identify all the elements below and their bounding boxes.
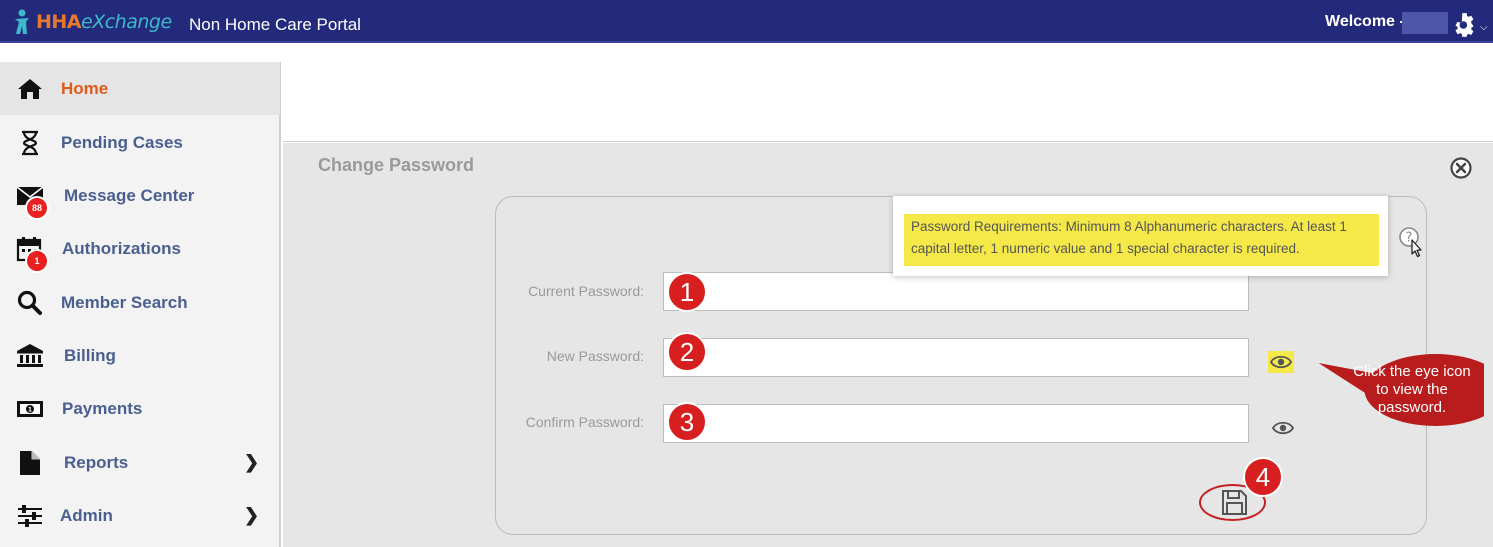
authorization-count-badge: 1 [25,249,49,273]
sidebar: Home Pending Cases 88 Message Center 1 A… [0,62,281,547]
sidebar-item-admin[interactable]: Admin ❯ [0,489,280,542]
current-password-label: Current Password: [528,283,644,299]
sidebar-item-billing[interactable]: Billing [0,329,280,382]
sidebar-item-pending-cases[interactable]: Pending Cases [0,116,280,169]
welcome-text: Welcome - [1325,13,1405,30]
chevron-right-icon: ❯ [244,452,260,472]
document-icon [20,451,40,475]
chevron-right-icon: ❯ [244,505,260,525]
sidebar-item-label: Admin [60,506,113,525]
sidebar-item-payments[interactable]: 1 Payments [0,382,280,435]
logo-exchange-text: eXchange [81,11,172,33]
top-navigation-bar: HHAeXchange Non Home Care Portal Welcome… [0,0,1493,43]
sidebar-item-reports[interactable]: Reports ❯ [0,436,280,489]
save-floppy-icon[interactable] [1221,489,1248,516]
sidebar-item-label: Payments [62,399,143,418]
bank-icon [17,344,43,367]
confirm-password-input[interactable] [663,404,1249,443]
sidebar-item-label: Member Search [61,293,188,312]
password-requirements-text: Password Requirements: Minimum 8 Alphanu… [904,214,1379,266]
close-circle-icon[interactable] [1450,157,1472,179]
panel-title: Change Password [318,155,475,175]
money-icon: 1 [17,401,43,417]
step-2-annotation: 2 [667,332,707,372]
sidebar-item-label: Billing [64,346,116,365]
svg-text:1: 1 [28,407,32,414]
search-icon [17,290,42,315]
help-question-icon[interactable]: ? [1398,226,1426,258]
sidebar-item-authorizations[interactable]: 1 Authorizations [0,222,280,275]
logo-figure-icon [15,9,29,34]
sidebar-item-label: Authorizations [62,239,181,258]
sidebar-item-member-search[interactable]: Member Search [0,276,280,329]
user-name-redacted [1402,12,1448,34]
sidebar-item-label: Message Center [64,186,195,205]
home-icon [18,79,42,99]
confirm-password-label: Confirm Password: [525,414,644,430]
sidebar-item-label: Reports [64,453,129,472]
sidebar-item-home[interactable]: Home [0,62,280,115]
sidebar-item-message-center[interactable]: 88 Message Center [0,169,280,222]
hourglass-icon [22,130,38,156]
step-4-annotation: 4 [1243,457,1283,497]
logo-hha-text: HHA [36,11,82,33]
content-header-area [283,62,1493,142]
gear-icon[interactable] [1452,12,1478,38]
callout-text: Click the eye icon to view the password. [1353,363,1471,416]
step-3-annotation: 3 [667,402,707,442]
message-count-badge: 88 [25,196,49,220]
chevron-down-icon[interactable]: ⌵ [1480,22,1488,33]
step-1-annotation: 1 [667,272,707,312]
sidebar-item-label: Pending Cases [61,133,183,152]
portal-title: Non Home Care Portal [189,15,361,34]
sidebar-item-label: Home [61,79,109,98]
current-password-input[interactable] [663,272,1249,311]
sliders-icon [18,505,42,527]
new-password-label: New Password: [546,348,644,364]
new-password-input[interactable] [663,338,1249,377]
hhaexchange-logo[interactable]: HHAeXchange [12,8,172,36]
password-requirements-tooltip: Password Requirements: Minimum 8 Alphanu… [893,196,1388,276]
